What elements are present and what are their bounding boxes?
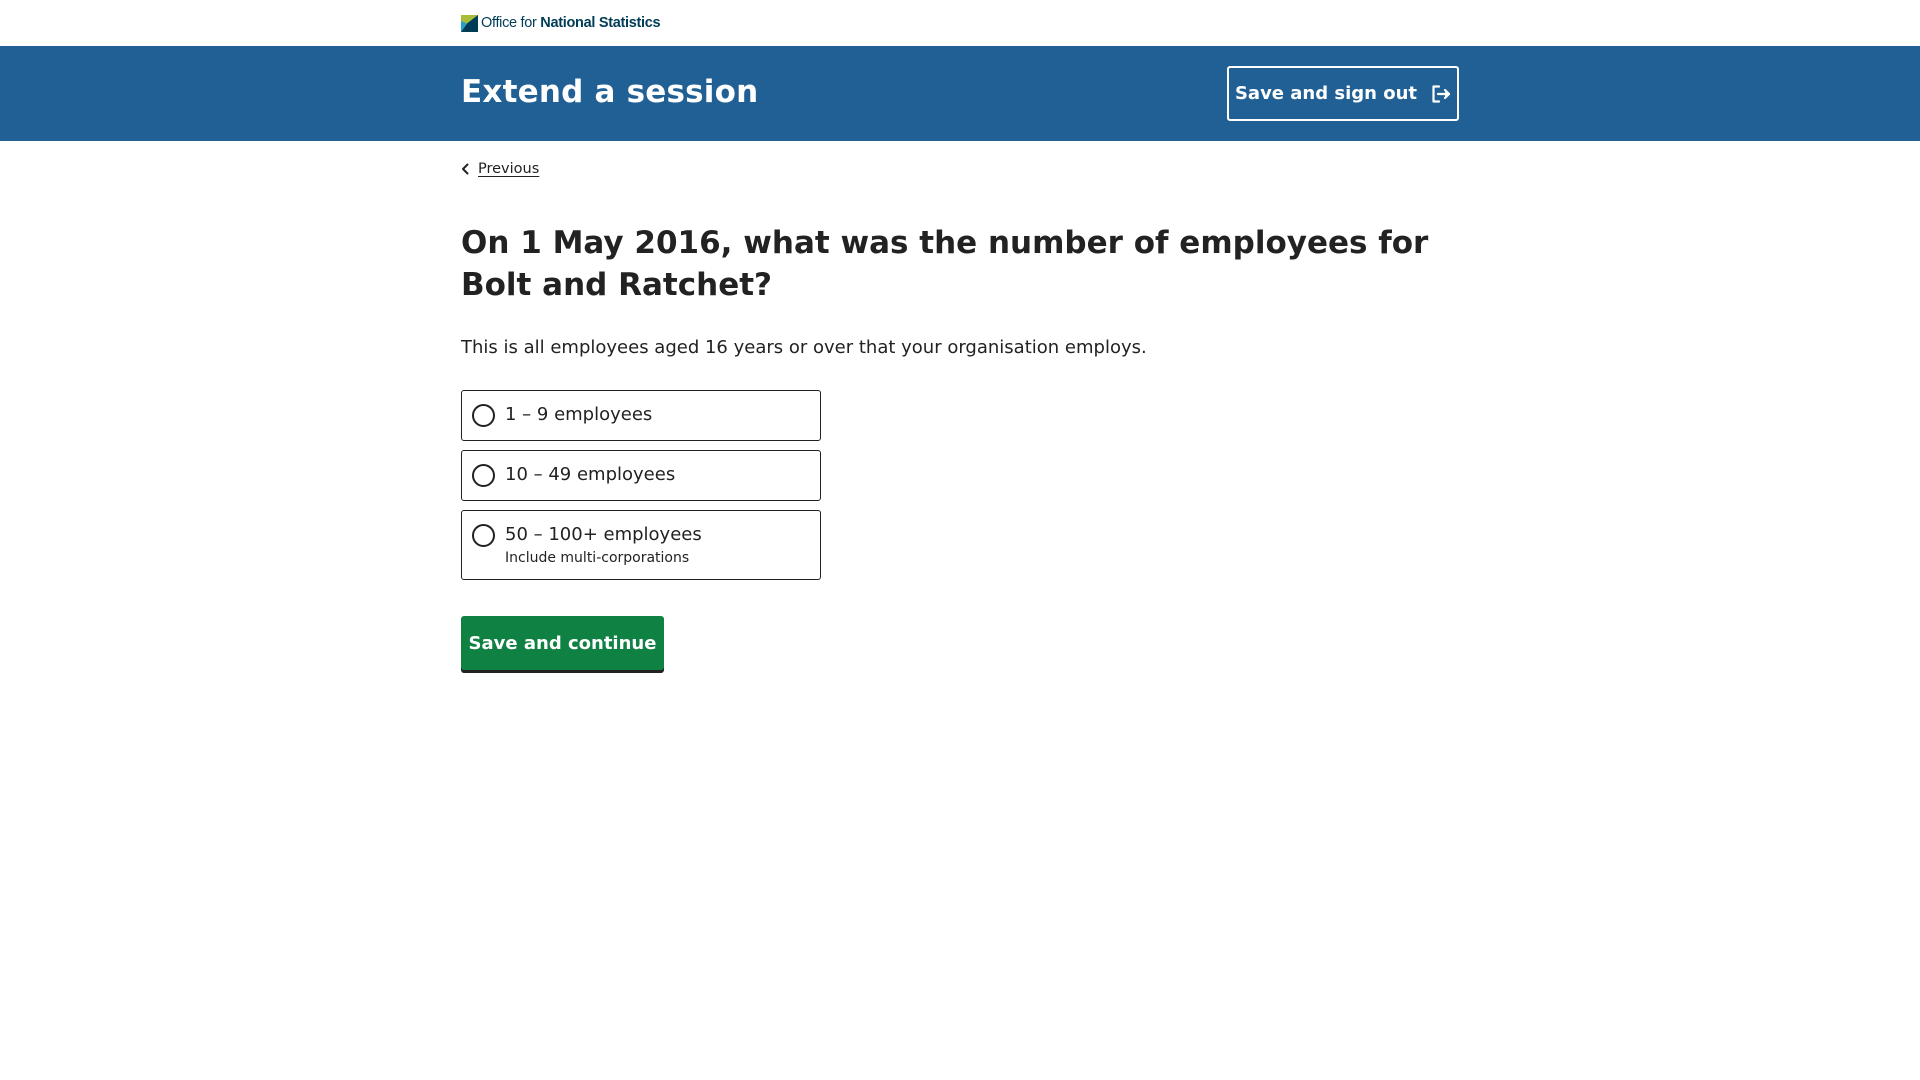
ons-logo[interactable]: Office for National Statistics bbox=[461, 13, 661, 33]
save-and-sign-out-label: Save and sign out bbox=[1234, 83, 1418, 104]
radio-option-hint: Include multi-corporations bbox=[505, 550, 690, 566]
radio-option-50-100-employees[interactable]: 50 – 100+ employees Include multi-corpor… bbox=[461, 510, 821, 580]
chevron-left-icon bbox=[461, 160, 469, 179]
previous-link-label: Previous bbox=[478, 161, 540, 177]
question-description: This is all employees aged 16 years or o… bbox=[461, 337, 1147, 358]
save-and-continue-button[interactable]: Save and continue bbox=[461, 616, 664, 670]
ons-logo-text: Office for National Statistics bbox=[481, 15, 661, 31]
radio-button[interactable] bbox=[472, 524, 495, 547]
previous-link[interactable]: Previous bbox=[461, 158, 539, 180]
radio-option-label: 10 – 49 employees bbox=[505, 464, 676, 485]
question-title: On 1 May 2016, what was the number of em… bbox=[461, 225, 1429, 303]
radio-option-label: 1 – 9 employees bbox=[505, 404, 653, 425]
radio-option-10-49-employees[interactable]: 10 – 49 employees bbox=[461, 450, 821, 501]
logo-text-bold: National Statistics bbox=[540, 15, 661, 31]
radio-option-label: 50 – 100+ employees bbox=[505, 524, 702, 545]
radio-button[interactable] bbox=[472, 404, 495, 427]
page-banner: Extend a session Save and sign out bbox=[0, 46, 1920, 141]
ons-logo-icon bbox=[461, 14, 478, 32]
save-and-sign-out-button[interactable]: Save and sign out bbox=[1227, 66, 1459, 121]
page-title: Extend a session bbox=[461, 74, 759, 110]
logo-text-regular: Office for bbox=[481, 15, 541, 31]
radio-button[interactable] bbox=[472, 464, 495, 487]
radio-option-1-9-employees[interactable]: 1 – 9 employees bbox=[461, 390, 821, 441]
exit-icon bbox=[1431, 84, 1451, 103]
top-bar: Office for National Statistics bbox=[0, 0, 1920, 46]
